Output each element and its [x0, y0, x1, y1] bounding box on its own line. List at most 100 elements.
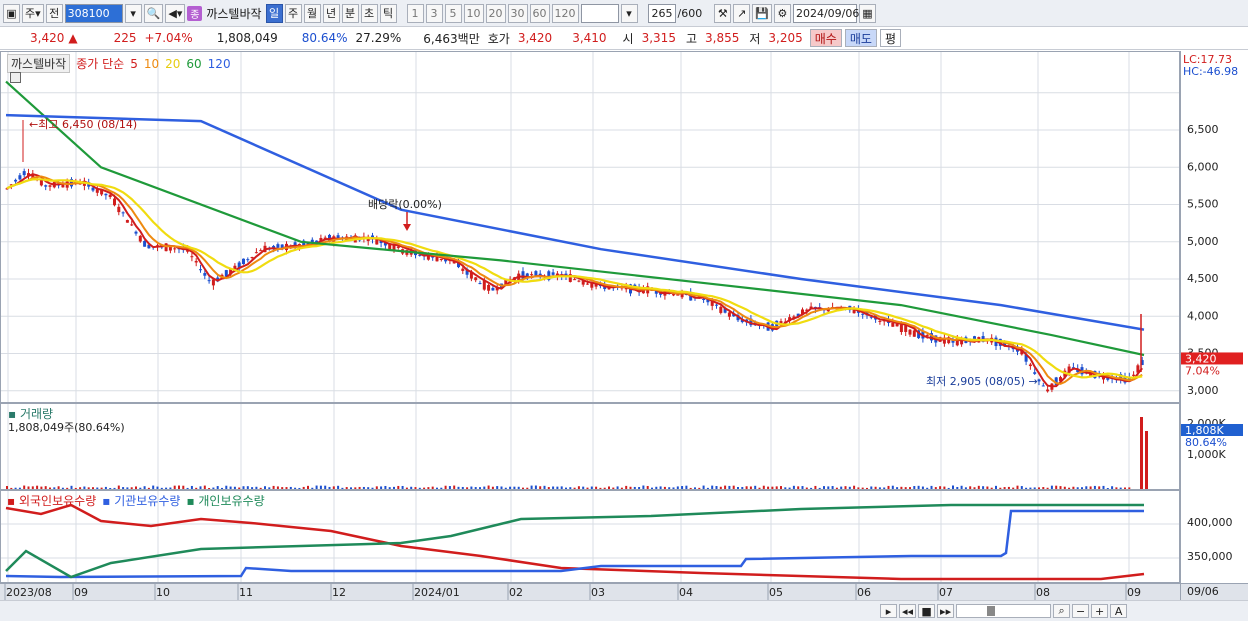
- minute-60[interactable]: 60: [529, 3, 550, 23]
- volume-bar: [823, 486, 825, 489]
- candle-body: [702, 298, 706, 300]
- volume-bar: [513, 486, 516, 489]
- volume-bar: [10, 487, 13, 489]
- prev-button[interactable]: 전: [45, 3, 63, 23]
- drawing-icon[interactable]: ↗: [733, 3, 751, 23]
- legend-foreign: ▪ 외국인보유수량: [7, 494, 97, 508]
- volume-bar: [122, 487, 125, 489]
- candle-body: [121, 212, 125, 214]
- volume-panel[interactable]: ▪ 거래량 1,808,049주(80.64%): [0, 403, 1180, 490]
- volume-bar: [203, 485, 206, 489]
- stock-code-input[interactable]: 308100: [64, 3, 123, 23]
- volume-bar: [603, 487, 606, 489]
- date-input[interactable]: 2024/09/06: [792, 3, 859, 23]
- scroll-thumb[interactable]: [987, 606, 996, 616]
- zoom-out-icon[interactable]: −: [1072, 604, 1090, 618]
- auto-icon[interactable]: A: [1110, 604, 1128, 618]
- calendar-icon[interactable]: ▦: [858, 3, 876, 23]
- volume-bar: [423, 487, 426, 489]
- volume-bar: [883, 487, 886, 489]
- volume-bar: [1128, 487, 1131, 489]
- eval-button[interactable]: 평: [879, 29, 901, 47]
- price-chart-panel[interactable]: ←최고 6,450 (08/14) 최저 2,905 (08/05) → 배당락(0…: [0, 51, 1180, 403]
- volume-bar: [509, 486, 512, 489]
- date-label: 06: [857, 586, 871, 599]
- candle-body: [1037, 379, 1041, 382]
- volume-bar: [999, 487, 1002, 489]
- volume-bar: [1038, 487, 1040, 489]
- volume-bar: [31, 486, 34, 489]
- search-icon[interactable]: 🔍: [143, 3, 164, 23]
- scroll-slider[interactable]: [956, 604, 1052, 618]
- candle-body: [878, 320, 882, 322]
- candle-body: [276, 244, 280, 248]
- fast-forward-icon[interactable]: ▸▸: [937, 604, 955, 618]
- interval-minute[interactable]: 분: [341, 3, 359, 23]
- interval-month[interactable]: 월: [303, 3, 321, 23]
- period-select[interactable]: 주 ▾: [22, 3, 44, 23]
- minute-3[interactable]: 3: [425, 3, 443, 23]
- volume-tick-label: 1,000K: [1187, 448, 1226, 461]
- code-dropdown-icon[interactable]: ▾: [124, 3, 142, 23]
- volume-bar: [995, 485, 997, 489]
- date-label: 09: [1127, 586, 1141, 599]
- minute-10[interactable]: 10: [463, 3, 484, 23]
- candle-body: [551, 272, 555, 275]
- holding-tick-label: 400,000: [1187, 516, 1233, 529]
- ma-10: 10: [143, 56, 160, 71]
- price-chart[interactable]: ←최고 6,450 (08/14) 최저 2,905 (08/05) → 배당락(0…: [1, 52, 1180, 403]
- window-icon[interactable]: ▣: [3, 3, 20, 23]
- candle-body: [474, 277, 478, 281]
- minute-30[interactable]: 30: [507, 3, 528, 23]
- stop-icon[interactable]: ■: [918, 604, 936, 618]
- volume-bar: [143, 486, 146, 489]
- minute-120[interactable]: 120: [551, 3, 579, 23]
- candle-body: [246, 259, 250, 261]
- volume-bar: [479, 487, 481, 489]
- volume-chart[interactable]: [1, 404, 1180, 490]
- volume-bar: [1029, 487, 1032, 489]
- volume-bar: [706, 487, 709, 489]
- volume-bar: [92, 487, 94, 489]
- bid-price: 3,410: [572, 31, 607, 45]
- save-icon[interactable]: 💾: [752, 3, 772, 23]
- candle-body: [242, 258, 245, 265]
- candle-body: [1028, 364, 1032, 367]
- interval-day[interactable]: 일: [265, 3, 283, 23]
- candle-body: [14, 179, 18, 182]
- zoom-icon[interactable]: ⌕: [1053, 604, 1071, 618]
- volume-bar: [874, 486, 877, 489]
- scroll-right-icon[interactable]: ▸: [880, 604, 897, 618]
- price-tick-label: 4,000: [1187, 309, 1219, 322]
- custom-interval-input[interactable]: [580, 3, 619, 23]
- count-input[interactable]: 265: [647, 3, 676, 23]
- rewind-icon[interactable]: ◂◂: [899, 604, 917, 618]
- candle-settings-icon[interactable]: ⚒: [714, 3, 732, 23]
- interval-year[interactable]: 년: [322, 3, 340, 23]
- volume-bar: [457, 486, 460, 489]
- volume-bar: [461, 486, 464, 489]
- candle-body: [207, 280, 211, 282]
- buy-button[interactable]: 매수: [809, 29, 842, 47]
- volume-bar: [681, 486, 684, 489]
- volume-bar: [1119, 487, 1122, 489]
- minute-5[interactable]: 5: [444, 3, 462, 23]
- custom-interval-dropdown-icon[interactable]: ▾: [620, 3, 638, 23]
- volume-bar: [853, 485, 856, 489]
- interval-week[interactable]: 주: [284, 3, 302, 23]
- candle-body: [719, 306, 723, 313]
- zoom-in-icon[interactable]: +: [1091, 604, 1109, 618]
- minute-1[interactable]: 1: [406, 3, 424, 23]
- interval-second[interactable]: 초: [360, 3, 378, 23]
- speaker-icon[interactable]: ◀▾: [165, 3, 186, 23]
- volume-bar: [109, 487, 112, 489]
- table-icon[interactable]: [10, 72, 21, 83]
- interval-tick[interactable]: 틱: [379, 3, 397, 23]
- volume-bar: [380, 486, 383, 489]
- minute-20[interactable]: 20: [485, 3, 506, 23]
- holding-panel[interactable]: ▪ 외국인보유수량 ▪ 기관보유수량 ▪ 개인보유수량: [0, 490, 1180, 583]
- volume-bar: [745, 486, 748, 489]
- sell-button[interactable]: 매도: [844, 29, 877, 47]
- gear-icon[interactable]: ⚙: [773, 3, 791, 23]
- volume-bar: [83, 486, 86, 489]
